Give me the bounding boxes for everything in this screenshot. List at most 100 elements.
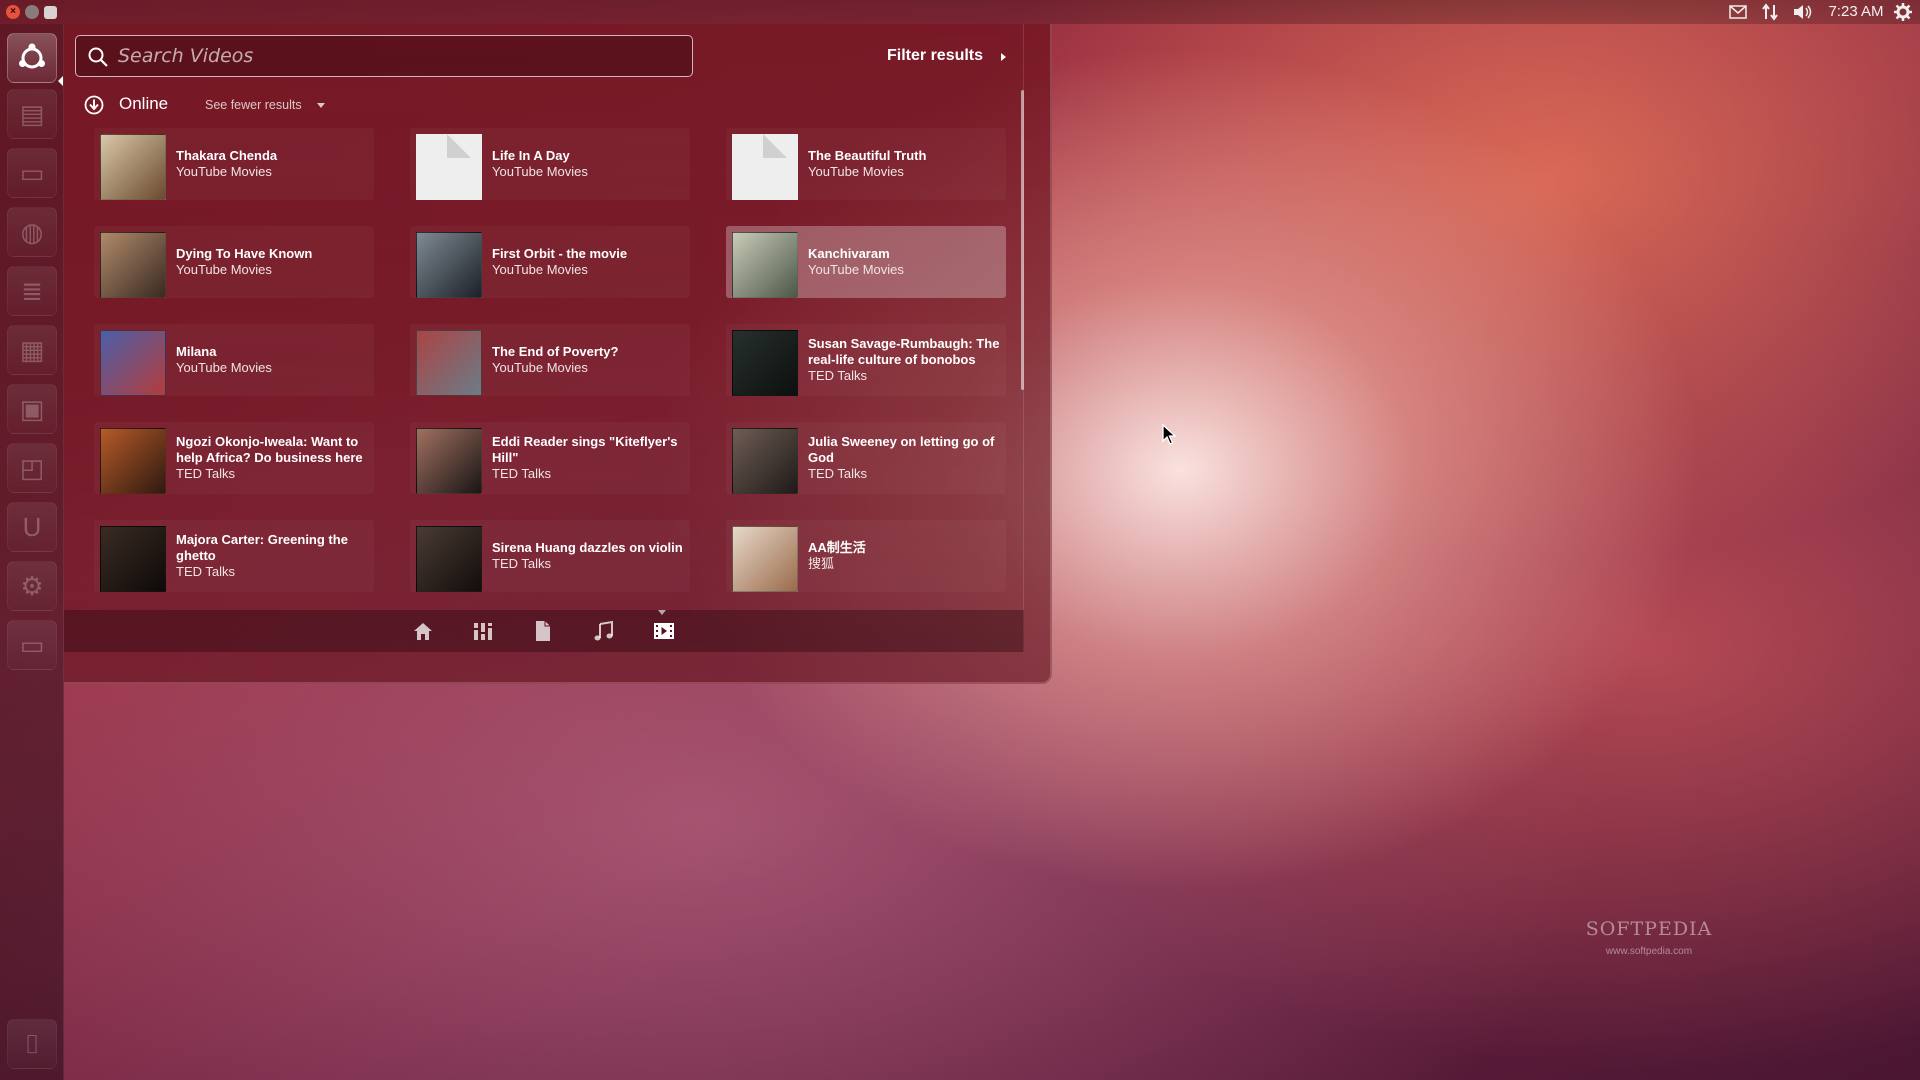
music-lens-icon[interactable] <box>593 620 615 642</box>
result-title: Julia Sweeney on letting go of God <box>808 434 995 465</box>
result-item[interactable]: Life In A Day YouTube Movies <box>410 128 690 200</box>
result-title: Life In A Day <box>492 148 570 163</box>
ubuntu-one-icon[interactable]: U <box>7 502 57 552</box>
search-icon <box>88 47 108 67</box>
volume-icon[interactable] <box>1792 0 1814 24</box>
video-thumbnail <box>732 330 798 396</box>
result-item[interactable]: Dying To Have Known YouTube Movies <box>94 226 374 298</box>
files-lens-icon[interactable] <box>532 620 554 642</box>
result-title: Dying To Have Known <box>176 246 313 261</box>
video-thumbnail <box>100 330 166 396</box>
result-text: Thakara Chenda YouTube Movies <box>176 128 376 200</box>
results-scrollbar[interactable] <box>1021 90 1024 390</box>
launcher: ▤ ▭ ◍ ≣ ▦ ▣ ◰ U ⚙ ▭ ⌷ <box>0 24 64 1080</box>
category-title: Online <box>119 94 169 113</box>
home-folder-icon[interactable]: ▭ <box>7 148 57 198</box>
result-item[interactable]: Susan Savage-Rumbaugh: The real-life cul… <box>726 324 1006 396</box>
result-source: YouTube Movies <box>808 262 904 277</box>
download-icon <box>84 95 104 115</box>
impress-icon[interactable]: ▣ <box>7 384 57 434</box>
filter-expand-arrow-icon[interactable] <box>1001 53 1006 61</box>
result-title: Majora Carter: Greening the ghetto <box>176 532 348 563</box>
dash-panel: Filter results Online See fewer results … <box>64 24 1024 652</box>
result-item[interactable]: Sirena Huang dazzles on violin TED Talks <box>410 520 690 592</box>
result-source: TED Talks <box>176 564 235 579</box>
result-text: Julia Sweeney on letting go of God TED Ta… <box>808 422 1008 494</box>
result-item[interactable]: Eddi Reader sings "Kiteflyer's Hill" TED … <box>410 422 690 494</box>
result-item[interactable]: First Orbit - the movie YouTube Movies <box>410 226 690 298</box>
video-lens-icon[interactable] <box>653 620 675 642</box>
result-title: Ngozi Okonjo-Iweala: Want to help Africa… <box>176 434 363 465</box>
mouse-pointer-icon <box>1162 424 1176 445</box>
result-item[interactable]: Majora Carter: Greening the ghetto TED Ta… <box>94 520 374 592</box>
result-source: YouTube Movies <box>808 164 904 179</box>
firefox-icon[interactable]: ◍ <box>7 207 57 257</box>
result-title: AA制生活 <box>808 540 866 555</box>
result-title: Eddi Reader sings "Kiteflyer's Hill" <box>492 434 678 465</box>
result-title: Kanchivaram <box>808 246 890 261</box>
search-input[interactable] <box>118 36 678 76</box>
video-thumbnail <box>100 526 166 592</box>
result-source: YouTube Movies <box>492 164 588 179</box>
network-icon[interactable] <box>1760 0 1780 24</box>
video-thumbnail <box>416 428 482 494</box>
search-box[interactable] <box>75 35 693 77</box>
see-fewer-chevron-icon[interactable] <box>317 103 325 108</box>
trash-icon[interactable]: ⌷ <box>7 1019 57 1069</box>
document-thumbnail-icon <box>416 134 482 200</box>
result-source: TED Talks <box>492 556 551 571</box>
result-item[interactable]: The End of Poverty? YouTube Movies <box>410 324 690 396</box>
dash-home-button[interactable] <box>7 33 57 83</box>
result-source: YouTube Movies <box>176 262 272 277</box>
result-text: Ngozi Okonjo-Iweala: Want to help Africa… <box>176 422 376 494</box>
result-text: AA制生活 搜狐 <box>808 520 1008 592</box>
result-item[interactable]: Julia Sweeney on letting go of God TED Ta… <box>726 422 1006 494</box>
files-app-icon[interactable]: ▤ <box>7 89 57 139</box>
result-title: Sirena Huang dazzles on violin <box>492 540 683 555</box>
maximize-window-button[interactable] <box>44 6 57 19</box>
calc-icon[interactable]: ▦ <box>7 325 57 375</box>
result-title: The End of Poverty? <box>492 344 619 359</box>
clock[interactable]: 7:23 AM <box>1826 0 1886 24</box>
result-text: First Orbit - the movie YouTube Movies <box>492 226 692 298</box>
minimize-window-button[interactable] <box>25 5 39 19</box>
result-item[interactable]: Thakara Chenda YouTube Movies <box>94 128 374 200</box>
result-source: TED Talks <box>176 466 235 481</box>
filter-results-button[interactable]: Filter results <box>887 44 983 68</box>
video-thumbnail <box>100 232 166 298</box>
result-text: Milana YouTube Movies <box>176 324 376 396</box>
software-center-icon[interactable]: ◰ <box>7 443 57 493</box>
applications-lens-icon[interactable] <box>472 620 494 642</box>
result-item[interactable]: Kanchivaram YouTube Movies <box>726 226 1006 298</box>
close-window-button[interactable]: × <box>6 5 20 19</box>
see-fewer-results-link[interactable]: See fewer results <box>205 98 302 112</box>
workspaces-icon[interactable]: ▭ <box>7 620 57 670</box>
session-gear-icon[interactable] <box>1892 0 1914 24</box>
video-thumbnail <box>732 428 798 494</box>
result-source: YouTube Movies <box>176 164 272 179</box>
result-source: TED Talks <box>808 466 867 481</box>
video-thumbnail <box>732 232 798 298</box>
lens-bar <box>64 610 1024 652</box>
writer-icon[interactable]: ≣ <box>7 266 57 316</box>
result-item[interactable]: Milana YouTube Movies <box>94 324 374 396</box>
home-lens-icon[interactable] <box>412 620 434 642</box>
result-item[interactable]: Ngozi Okonjo-Iweala: Want to help Africa… <box>94 422 374 494</box>
result-source: YouTube Movies <box>492 262 588 277</box>
result-source: YouTube Movies <box>176 360 272 375</box>
result-source: TED Talks <box>808 368 867 383</box>
result-title: Thakara Chenda <box>176 148 278 163</box>
result-item[interactable]: AA制生活 搜狐 <box>726 520 1006 592</box>
system-settings-icon[interactable]: ⚙ <box>7 561 57 611</box>
result-text: Eddi Reader sings "Kiteflyer's Hill" TED … <box>492 422 692 494</box>
result-text: Kanchivaram YouTube Movies <box>808 226 1008 298</box>
result-title: First Orbit - the movie <box>492 246 628 261</box>
result-item[interactable]: The Beautiful Truth YouTube Movies <box>726 128 1006 200</box>
result-title: Susan Savage-Rumbaugh: The real-life cul… <box>808 336 1000 367</box>
video-thumbnail <box>100 428 166 494</box>
dash: Filter results Online See fewer results … <box>64 24 1052 684</box>
result-title: The Beautiful Truth <box>808 148 927 163</box>
mail-icon[interactable] <box>1728 0 1748 24</box>
result-source: YouTube Movies <box>492 360 588 375</box>
document-thumbnail-icon <box>732 134 798 200</box>
